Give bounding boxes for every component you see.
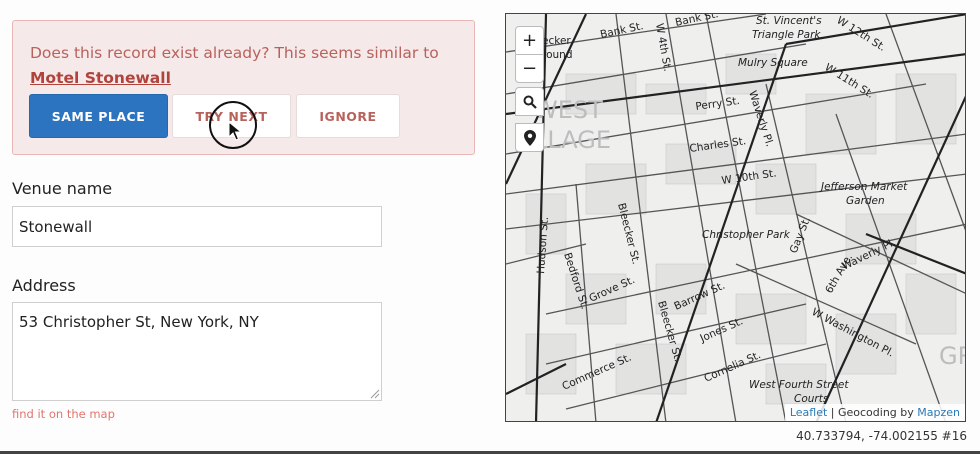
address-input[interactable]: 53 Christopher St, New York, NY <box>12 302 382 401</box>
address-label: Address <box>12 276 76 295</box>
mouse-pointer-icon <box>228 121 242 141</box>
leaflet-link[interactable]: Leaflet <box>790 406 827 419</box>
ignore-button[interactable]: IGNORE <box>296 94 400 138</box>
map-label-st-vincent-2: Triangle Park <box>752 29 821 41</box>
map-label-bleecker-top: ecker <box>542 35 571 47</box>
map-locate-button[interactable] <box>515 123 544 152</box>
duplicate-match-link[interactable]: Motel Stonewall <box>30 69 171 87</box>
find-on-map-link[interactable]: find it on the map <box>12 407 115 421</box>
district-label-2: LLAGE <box>534 126 611 154</box>
duplicate-message-text: Does this record exist already? This see… <box>30 44 439 62</box>
map-tiles: WEST LLAGE GR Bank St. Bank St. ecker ro… <box>506 14 966 421</box>
map-label-jefferson-1: Jefferson Market <box>819 181 908 193</box>
zoom-in-button[interactable]: + <box>515 26 544 55</box>
map-search-button[interactable] <box>515 87 544 116</box>
duplicate-message: Does this record exist already? This see… <box>30 41 460 91</box>
venue-name-label: Venue name <box>12 179 113 198</box>
page: Does this record exist already? This see… <box>0 0 980 454</box>
attribution-separator: | Geocoding by <box>827 406 918 419</box>
map-marker-icon <box>523 129 536 146</box>
map-attribution: Leaflet | Geocoding by Mapzen <box>784 404 965 421</box>
map-label-mulry: Mulry Square <box>738 57 808 69</box>
map-label-st-vincent-1: St. Vincent's <box>756 15 822 27</box>
map[interactable]: WEST LLAGE GR Bank St. Bank St. ecker ro… <box>505 13 966 422</box>
map-label-jefferson-2: Garden <box>846 195 885 207</box>
mapzen-link[interactable]: Mapzen <box>917 406 960 419</box>
same-place-button[interactable]: SAME PLACE <box>29 94 168 138</box>
district-label-1: WEST <box>534 96 603 124</box>
district-label-3: GR <box>939 342 966 370</box>
map-label-w-fourth-courts-1: West Fourth Street <box>749 379 849 391</box>
zoom-out-button[interactable]: − <box>515 54 544 83</box>
coordinates-readout: 40.733794, -74.002155 #16 <box>796 429 967 443</box>
venue-name-input[interactable] <box>12 206 382 247</box>
map-label-bleecker-top2: round <box>542 49 573 61</box>
map-label-christopher-park: Christopher Park <box>702 229 791 241</box>
search-icon <box>523 95 537 109</box>
resize-grip-icon[interactable] <box>369 389 380 399</box>
